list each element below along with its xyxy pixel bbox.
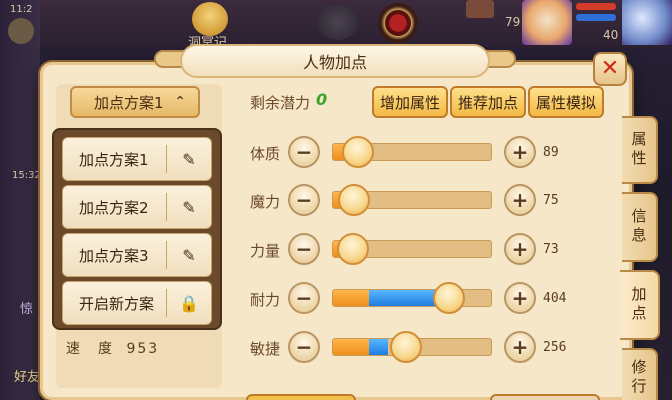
- hud-time-top: 11:2: [10, 4, 33, 15]
- minus-icon: −: [295, 237, 313, 261]
- increase-button[interactable]: +: [504, 282, 536, 314]
- plus-icon: +: [511, 140, 529, 164]
- scheme-item-3[interactable]: 加点方案3 ✎: [62, 233, 212, 277]
- tab-add-points[interactable]: 加点: [620, 270, 660, 340]
- scheme-item-1[interactable]: 加点方案1 ✎: [62, 137, 212, 181]
- scheme-item-label: 加点方案3: [79, 246, 149, 265]
- scheme-dropdown[interactable]: 加点方案1 ⌃: [70, 86, 200, 118]
- scheme-dropdown-label: 加点方案1: [94, 93, 164, 112]
- edit-icon[interactable]: ✎: [167, 246, 211, 265]
- hud-figure-icon[interactable]: [318, 4, 358, 40]
- plus-icon: +: [511, 286, 529, 310]
- scheme-item-label: 加点方案1: [79, 150, 149, 169]
- hud-menu-icon[interactable]: [8, 18, 34, 44]
- panel-title: 人物加点: [302, 53, 367, 72]
- bottom-action-button-right[interactable]: [490, 394, 600, 400]
- lock-icon: 🔒: [179, 293, 199, 313]
- remaining-points-value: 0: [316, 90, 328, 109]
- attribute-label: 魔力: [250, 193, 281, 211]
- attribute-value: 256: [543, 340, 567, 355]
- red-ornament-icon[interactable]: [378, 3, 418, 43]
- remaining-points-label: 剩余潜力: [250, 94, 311, 112]
- attribute-slider-track[interactable]: [332, 289, 492, 307]
- increase-button[interactable]: +: [504, 136, 536, 168]
- plus-icon: +: [511, 335, 529, 359]
- hud-mp-bar: [576, 14, 616, 21]
- panel-title-bar: 人物加点: [154, 44, 516, 82]
- attribute-value: 73: [543, 242, 559, 257]
- edit-icon[interactable]: ✎: [167, 150, 211, 169]
- attribute-label: 耐力: [250, 291, 281, 309]
- hud-hp-bar: [576, 3, 616, 10]
- hud-time-mid: 15:32: [12, 170, 41, 181]
- bottom-action-button-left[interactable]: [246, 394, 356, 400]
- scheme-item-label: 加点方案2: [79, 198, 149, 217]
- speed-value: 953: [126, 341, 160, 357]
- minus-icon: −: [295, 188, 313, 212]
- attribute-label: 敏捷: [250, 340, 281, 358]
- attribute-value: 89: [543, 145, 559, 160]
- hud-left-text-1: 惊: [20, 302, 34, 317]
- attribute-label: 力量: [250, 242, 281, 260]
- hud-small-icon: [466, 0, 494, 18]
- attribute-value: 75: [543, 193, 559, 208]
- scheme-item-label: 开启新方案: [79, 294, 155, 313]
- added-fill: [369, 339, 389, 355]
- chevron-up-icon: ⌃: [174, 94, 186, 110]
- hud-friends-text[interactable]: 好友: [14, 366, 40, 385]
- add-attribute-button[interactable]: 增加属性: [372, 86, 448, 118]
- plus-icon: +: [511, 188, 529, 212]
- scheme-item-new[interactable]: 开启新方案 🔒: [62, 281, 212, 325]
- edit-icon[interactable]: ✎: [167, 198, 211, 217]
- base-fill: [333, 339, 370, 355]
- close-icon: ✕: [600, 56, 620, 81]
- attribute-value: 404: [543, 291, 567, 306]
- base-fill: [333, 290, 370, 306]
- tab-info[interactable]: 信息: [622, 192, 658, 262]
- slider-knob[interactable]: [432, 282, 465, 314]
- player-avatar[interactable]: [622, 0, 672, 45]
- close-button[interactable]: ✕: [593, 52, 627, 86]
- pet-avatar[interactable]: [522, 0, 572, 45]
- slider-knob[interactable]: [336, 233, 369, 265]
- tab-attributes[interactable]: 属性: [622, 116, 658, 184]
- increase-button[interactable]: +: [504, 233, 536, 265]
- speed-label: 速 度: [66, 341, 114, 357]
- speed-stat: 速 度 953: [66, 338, 159, 358]
- plus-icon: +: [511, 237, 529, 261]
- decrease-button[interactable]: −: [288, 282, 320, 314]
- minus-icon: −: [295, 286, 313, 310]
- minus-icon: −: [295, 140, 313, 164]
- decrease-button[interactable]: −: [288, 136, 320, 168]
- tab-cultivation[interactable]: 修行: [622, 348, 658, 400]
- increase-button[interactable]: +: [504, 184, 536, 216]
- slider-knob[interactable]: [389, 331, 422, 363]
- hud-level-badge: 79: [505, 15, 521, 29]
- dongmingji-icon[interactable]: [192, 2, 228, 36]
- slider-knob[interactable]: [341, 136, 374, 168]
- hud-level-badge-2: 40: [603, 28, 619, 42]
- decrease-button[interactable]: −: [288, 233, 320, 265]
- attribute-label: 体质: [250, 145, 281, 163]
- decrease-button[interactable]: −: [288, 331, 320, 363]
- scheme-list: 加点方案1 ✎ 加点方案2 ✎ 加点方案3 ✎ 开启新方案 🔒: [52, 128, 222, 330]
- decrease-button[interactable]: −: [288, 184, 320, 216]
- minus-icon: −: [295, 335, 313, 359]
- scheme-item-2[interactable]: 加点方案2 ✎: [62, 185, 212, 229]
- recommend-points-button[interactable]: 推荐加点: [450, 86, 526, 118]
- increase-button[interactable]: +: [504, 331, 536, 363]
- game-left-edge: [0, 0, 40, 400]
- simulate-attributes-button[interactable]: 属性模拟: [528, 86, 604, 118]
